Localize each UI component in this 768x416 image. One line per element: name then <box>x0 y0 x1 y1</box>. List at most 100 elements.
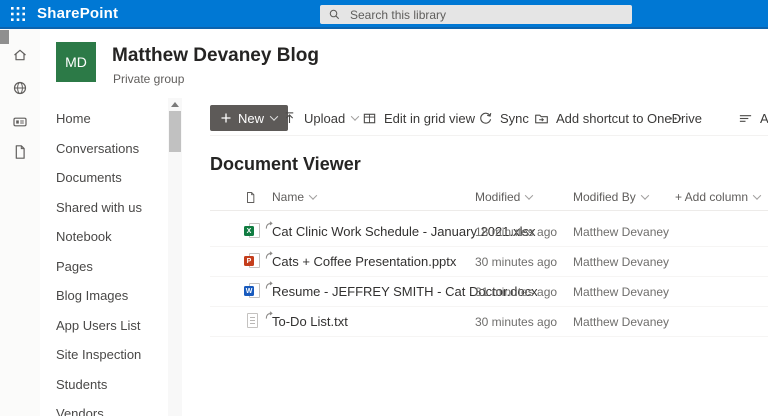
sidebar-nav-item-label: App Users List <box>56 318 141 333</box>
file-row[interactable]: To-Do List.txt 30 minutes ago Matthew De… <box>210 307 768 337</box>
avatar-initials: MD <box>65 54 87 70</box>
file-modified-by: Matthew Devaney <box>573 277 669 306</box>
sidebar-nav: Home Conversations Documents Shared with… <box>40 98 168 416</box>
sharepoint-library-page: SharePoint <box>0 0 768 416</box>
sidebar-nav-item-label: Shared with us <box>56 200 142 215</box>
sidebar-nav-item[interactable]: Documents <box>40 163 168 193</box>
library-search-box[interactable] <box>320 5 632 24</box>
file-type-badge: W <box>244 286 254 296</box>
sidebar-nav-item[interactable]: App Users List <box>40 311 168 341</box>
sidebar-nav-list: Home Conversations Documents Shared with… <box>40 98 168 416</box>
sidebar-nav-item-label: Conversations <box>56 141 139 156</box>
chevron-down-icon <box>525 191 533 199</box>
name-column-header[interactable]: Name <box>272 184 316 210</box>
file-modified-time: 30 minutes ago <box>475 247 557 276</box>
file-modified-time: 31 minutes ago <box>475 277 557 306</box>
chevron-down-icon <box>640 191 648 199</box>
file-type-column-header[interactable] <box>244 184 257 210</box>
sidebar-nav-item-label: Notebook <box>56 229 112 244</box>
sidebar-nav-item[interactable]: Shared with us <box>40 193 168 223</box>
window-edge-artifact <box>0 30 9 44</box>
grid-icon <box>362 111 377 126</box>
scrollbar-thumb[interactable] <box>169 111 181 152</box>
page-title: Document Viewer <box>210 154 361 175</box>
new-button[interactable]: New <box>210 105 288 131</box>
file-type-badge: P <box>244 256 254 266</box>
new-button-label: New <box>238 111 264 126</box>
file-icon: W <box>244 283 262 300</box>
file-modified-by: Matthew Devaney <box>573 247 669 276</box>
sync-icon <box>478 111 493 126</box>
chevron-down-icon <box>351 112 359 120</box>
file-rows: X Cat Clinic Work Schedule - January 202… <box>210 217 768 337</box>
file-icon <box>244 313 262 330</box>
site-privacy-label: Private group <box>113 72 184 86</box>
sync-button[interactable]: Sync <box>478 105 529 131</box>
sidebar-nav-item-label: Home <box>56 111 91 126</box>
file-row[interactable]: P Cats + Coffee Presentation.pptx 30 min… <box>210 247 768 277</box>
sync-button-label: Sync <box>500 111 529 126</box>
main-content: New Upload Edit in grid view <box>182 98 768 416</box>
site-avatar[interactable]: MD <box>56 42 96 82</box>
scrollbar-up-arrow-icon[interactable] <box>171 102 179 107</box>
nav-scrollbar[interactable] <box>168 98 182 416</box>
command-bar-divider <box>210 135 768 136</box>
file-page-glyph <box>247 313 258 328</box>
sidebar-nav-item[interactable]: Conversations <box>40 134 168 164</box>
sharepoint-home-link[interactable]: SharePoint <box>37 0 118 27</box>
sidebar-nav-item-label: Students <box>56 377 107 392</box>
chevron-down-icon <box>309 191 317 199</box>
file-icon: X <box>244 223 262 240</box>
table-header-row: Name Modified Modified By + Add column <box>210 184 768 211</box>
sidebar-nav-item[interactable]: Notebook <box>40 222 168 252</box>
file-type-badge: X <box>244 226 254 236</box>
file-row[interactable]: W Resume - JEFFREY SMITH - Cat Doctor.do… <box>210 277 768 307</box>
edit-in-grid-view-label: Edit in grid view <box>384 111 475 126</box>
home-icon[interactable] <box>12 47 28 63</box>
file-row[interactable]: X Cat Clinic Work Schedule - January 202… <box>210 217 768 247</box>
file-modified-by: Matthew Devaney <box>573 307 669 336</box>
sidebar-nav-item[interactable]: Pages <box>40 252 168 282</box>
chevron-down-icon <box>753 191 761 199</box>
upload-button-label: Upload <box>304 111 345 126</box>
chevron-down-icon <box>270 112 278 120</box>
add-shortcut-icon <box>534 111 549 126</box>
site-header: MD Matthew Devaney Blog Private group <box>40 29 768 99</box>
search-icon <box>328 8 341 21</box>
file-table: Name Modified Modified By + Add column <box>210 184 768 337</box>
sidebar-nav-item[interactable]: Home <box>40 104 168 134</box>
file-name-link[interactable]: Cats + Coffee Presentation.pptx <box>272 247 456 276</box>
document-icon <box>244 190 257 205</box>
view-selector-button[interactable]: A <box>738 105 768 131</box>
news-icon[interactable] <box>12 114 28 130</box>
more-commands-button[interactable] <box>668 105 683 131</box>
view-sort-icon <box>738 111 753 126</box>
sidebar-nav-item[interactable]: Vendors <box>40 399 168 416</box>
upload-icon <box>282 111 297 126</box>
suite-bar: SharePoint <box>0 0 768 29</box>
sidebar-nav-item-label: Documents <box>56 170 122 185</box>
sidebar-nav-item[interactable]: Students <box>40 370 168 400</box>
site-title[interactable]: Matthew Devaney Blog <box>112 45 319 67</box>
edit-in-grid-view-button[interactable]: Edit in grid view <box>362 105 475 131</box>
upload-button[interactable]: Upload <box>282 105 358 131</box>
sidebar-nav-item[interactable]: Site Inspection <box>40 340 168 370</box>
file-name-link[interactable]: To-Do List.txt <box>272 307 348 336</box>
app-launcher-waffle-icon[interactable] <box>11 7 25 21</box>
modified-column-header[interactable]: Modified <box>475 184 532 210</box>
file-icon[interactable] <box>12 144 28 160</box>
plus-icon <box>221 113 231 123</box>
file-modified-time: 18 minutes ago <box>475 217 557 246</box>
sidebar-nav-item[interactable]: Blog Images <box>40 281 168 311</box>
file-icon: P <box>244 253 262 270</box>
sidebar-nav-item-label: Blog Images <box>56 288 128 303</box>
search-input[interactable] <box>348 7 612 23</box>
sidebar-nav-item-label: Pages <box>56 259 93 274</box>
app-name-label: SharePoint <box>37 5 118 22</box>
modified-by-column-header[interactable]: Modified By <box>573 184 648 210</box>
globe-icon[interactable] <box>12 80 28 96</box>
sidebar-nav-item-label: Vendors <box>56 406 104 416</box>
file-modified-by: Matthew Devaney <box>573 217 669 246</box>
more-icon <box>668 111 683 126</box>
add-column-button[interactable]: + Add column <box>675 184 760 210</box>
